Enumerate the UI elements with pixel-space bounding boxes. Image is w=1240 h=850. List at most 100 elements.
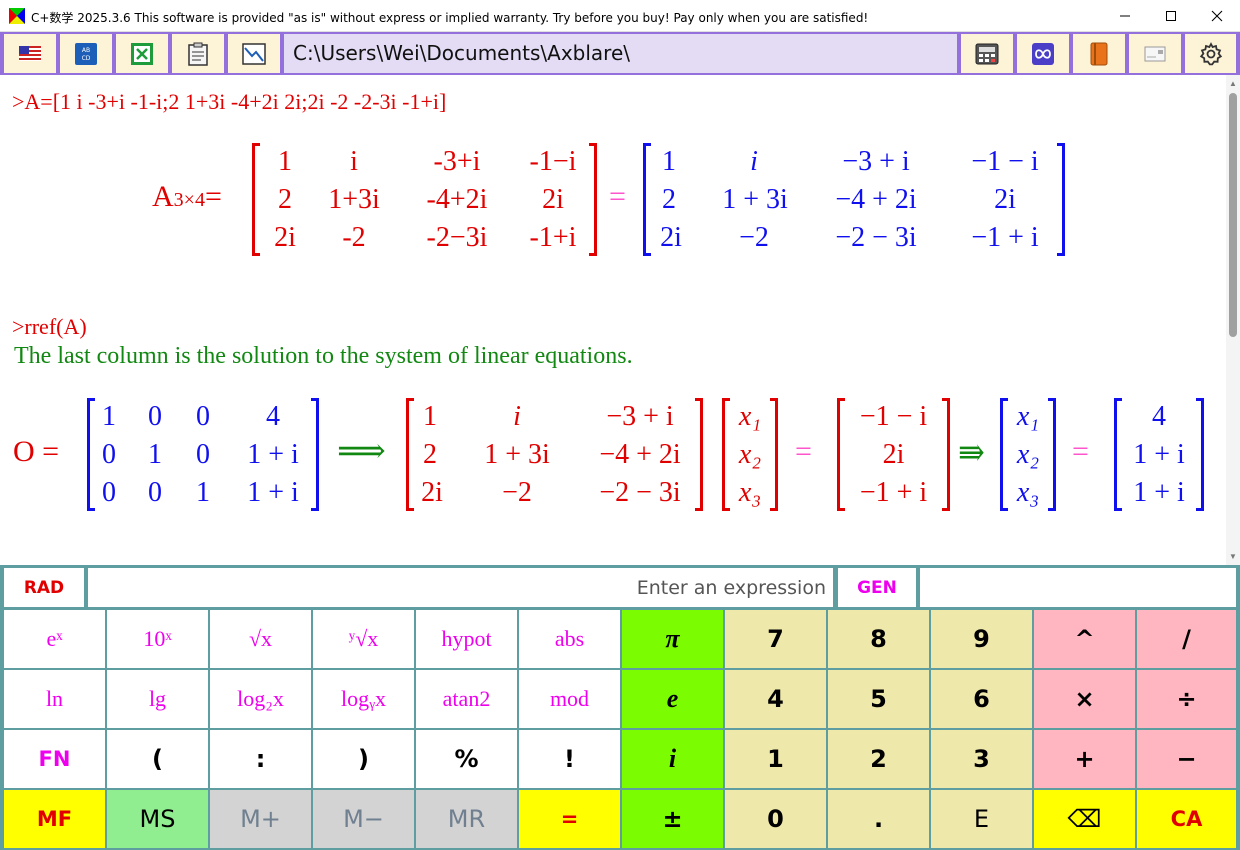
result-note: The last column is the solution to the s…: [14, 343, 633, 369]
key-row2-10-sym[interactable]: ×: [1034, 670, 1135, 728]
key-row4-10-sym[interactable]: ⌫: [1034, 790, 1135, 848]
key-row2-9-6[interactable]: 6: [931, 670, 1032, 728]
gen-button[interactable]: GEN: [838, 568, 916, 607]
key-row3-0-fn[interactable]: FN: [4, 730, 105, 788]
abcd-button[interactable]: AB CD: [60, 34, 112, 73]
equals-sign-3: =: [795, 435, 812, 468]
maximize-button[interactable]: [1148, 0, 1194, 32]
key-row1-5-abs[interactable]: abs: [519, 610, 620, 668]
result-field[interactable]: [920, 568, 1236, 607]
key-row2-11-sym[interactable]: ÷: [1137, 670, 1236, 728]
key-row4-11-ca[interactable]: CA: [1137, 790, 1236, 848]
key-row3-2-sym[interactable]: :: [210, 730, 311, 788]
key-row3-6-i[interactable]: i: [622, 730, 723, 788]
key-row2-8-5[interactable]: 5: [828, 670, 929, 728]
matrix-cell: 0: [148, 477, 162, 508]
key-row2-7-4[interactable]: 4: [725, 670, 826, 728]
key-row1-1-10[interactable]: 10ˣ: [107, 610, 208, 668]
matrix-cell: 2i: [994, 184, 1016, 215]
key-row1-11-sym[interactable]: /: [1137, 610, 1236, 668]
command-line-1: >A=[1 i -3+i -1-i;2 1+3i -4+2i 2i;2i -2 …: [12, 89, 447, 114]
key-row4-7-0[interactable]: 0: [725, 790, 826, 848]
input-row: RAD GEN: [0, 565, 1240, 609]
key-row1-2-x[interactable]: √x: [210, 610, 311, 668]
angle-mode-button[interactable]: RAD: [4, 568, 84, 607]
infinity-icon: [1032, 42, 1054, 65]
key-row1-4-hypot[interactable]: hypot: [416, 610, 517, 668]
matrix-cell: −3 + i: [842, 146, 910, 177]
card-icon: [1144, 46, 1166, 61]
matrix-cell: -3+i: [433, 146, 481, 177]
key-row2-6-e[interactable]: e: [622, 670, 723, 728]
key-row4-0-mf[interactable]: MF: [4, 790, 105, 848]
key-row2-1-lg[interactable]: lg: [107, 670, 208, 728]
vector-cell: −1 + i: [859, 477, 928, 508]
key-row4-9-e[interactable]: E: [931, 790, 1032, 848]
path-display[interactable]: C:\Users\Wei\Documents\Axblare\: [284, 34, 957, 73]
key-row1-10-sym[interactable]: ^: [1034, 610, 1135, 668]
key-row1-9-9[interactable]: 9: [931, 610, 1032, 668]
key-row3-8-2[interactable]: 2: [828, 730, 929, 788]
key-row3-11-sym[interactable]: −: [1137, 730, 1236, 788]
vector-cell: −1 − i: [859, 401, 928, 432]
matrix-cell: −2: [739, 222, 769, 253]
matrix-cell: 1: [196, 477, 210, 508]
key-row1-8-8[interactable]: 8: [828, 610, 929, 668]
scroll-thumb[interactable]: [1229, 93, 1237, 337]
key-row3-10-sym[interactable]: +: [1034, 730, 1135, 788]
key-row4-6-sym[interactable]: ±: [622, 790, 723, 848]
chart-button[interactable]: [228, 34, 280, 73]
key-row2-3-log-x[interactable]: logᵧx: [313, 670, 414, 728]
scroll-up-arrow-icon[interactable]: ▲: [1226, 79, 1240, 88]
matrix-cell: 1 + 3i: [484, 439, 550, 470]
key-row4-3-m[interactable]: M−: [313, 790, 414, 848]
matrix-cell: -4+2i: [426, 184, 488, 215]
key-row2-2-log-x[interactable]: log₂x: [210, 670, 311, 728]
key-row3-3-sym[interactable]: ): [313, 730, 414, 788]
vertical-scrollbar[interactable]: ▲ ▼: [1226, 75, 1240, 565]
solution-vector: 4 1 + i 1 + i: [1114, 398, 1204, 511]
expression-input[interactable]: [88, 568, 833, 607]
book-button[interactable]: [1073, 34, 1125, 73]
infinity-button[interactable]: [1017, 34, 1069, 73]
key-row4-1-ms[interactable]: MS: [107, 790, 208, 848]
key-row2-4-atan2[interactable]: atan2: [416, 670, 517, 728]
key-row2-5-mod[interactable]: mod: [519, 670, 620, 728]
matrix-cell: 2: [423, 439, 437, 470]
coefficient-matrix: 1 i −3 + i 2 1 + 3i −4 + 2i 2i −2 −2 − 3…: [406, 398, 703, 511]
close-button[interactable]: [1194, 0, 1240, 32]
key-row3-9-3[interactable]: 3: [931, 730, 1032, 788]
key-row4-2-m[interactable]: M+: [210, 790, 311, 848]
key-row4-4-mr[interactable]: MR: [416, 790, 517, 848]
key-row2-0-ln[interactable]: ln: [4, 670, 105, 728]
excel-button[interactable]: [116, 34, 168, 73]
calculator-button[interactable]: [961, 34, 1013, 73]
key-row1-3-x[interactable]: ʸ√x: [313, 610, 414, 668]
matrix-cell: i: [350, 146, 358, 177]
settings-button[interactable]: [1185, 34, 1236, 73]
clipboard-icon: [188, 42, 208, 66]
matrix-cell: −2 − 3i: [835, 222, 917, 253]
key-row3-5-sym[interactable]: !: [519, 730, 620, 788]
key-row3-7-1[interactable]: 1: [725, 730, 826, 788]
key-row1-7-7[interactable]: 7: [725, 610, 826, 668]
vector-cell: x₂: [738, 439, 762, 470]
key-row1-6-sym[interactable]: π: [622, 610, 723, 668]
key-row3-4-sym[interactable]: %: [416, 730, 517, 788]
clipboard-button[interactable]: [172, 34, 224, 73]
scroll-down-arrow-icon[interactable]: ▼: [1226, 552, 1240, 561]
key-row1-0-e[interactable]: eˣ: [4, 610, 105, 668]
key-row4-5-sym[interactable]: =: [519, 790, 620, 848]
chart-icon: [242, 42, 266, 65]
key-row4-8-sym[interactable]: .: [828, 790, 929, 848]
card-button[interactable]: [1129, 34, 1181, 73]
matrix-cell: 1: [102, 401, 116, 432]
key-row3-1-sym[interactable]: (: [107, 730, 208, 788]
language-button[interactable]: [4, 34, 56, 73]
minimize-button[interactable]: [1102, 0, 1148, 32]
keypad: eˣ 10ˣ √x ʸ√x hypot abs π 7 8 9 ^ / ln lg log₂x logᵧx at…: [0, 609, 1240, 850]
matrix-cell: 2i: [421, 477, 443, 508]
matrix-math: 1 i −3 + i −1 − i 2 1 + 3i −4 + 2i 2i 2i…: [643, 143, 1065, 256]
title-bar: C+数学 2025.3.6 This software is provided …: [0, 0, 1240, 32]
matrix-cell: −4 + 2i: [835, 184, 917, 215]
